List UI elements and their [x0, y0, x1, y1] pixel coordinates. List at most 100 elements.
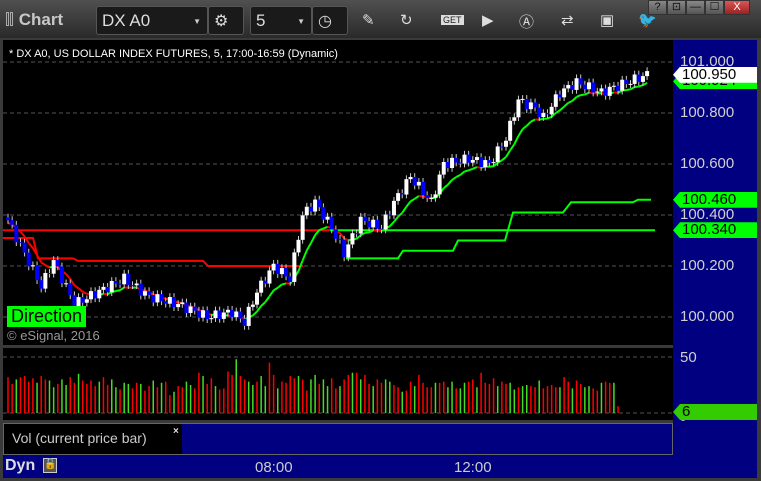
moving-average-segment	[65, 273, 72, 280]
close-study-icon[interactable]: ×	[173, 426, 179, 437]
candle-body	[495, 146, 500, 163]
link-icon[interactable]: ⇄	[561, 11, 574, 29]
get-icon[interactable]: GET	[441, 15, 464, 25]
candle-body	[196, 310, 201, 318]
candle-body	[184, 302, 189, 313]
price-tag-lower: 100.340	[673, 222, 757, 239]
moving-average-segment	[252, 310, 258, 317]
candle-body	[566, 84, 571, 89]
candle-body	[549, 106, 554, 115]
title-bar: Chart DX A0 ▼ ⚙ 5 ▼ ◷ ✎ ↻ GET ▶ Ⓐ ⇄ ▣ 🐦 ? …	[0, 0, 761, 38]
candle-body	[396, 193, 401, 201]
candle-body	[255, 292, 259, 305]
moving-average-segment	[472, 166, 478, 170]
minimize-button[interactable]: —	[686, 0, 705, 15]
candle-body	[59, 266, 64, 284]
comment-icon[interactable]: ▣	[600, 11, 614, 29]
interval-select[interactable]: 5 ▼	[250, 6, 312, 35]
time-axis[interactable]: Dyn 🔓 08:00 12:00	[3, 455, 757, 478]
moving-average-segment	[268, 289, 275, 297]
close-button[interactable]: X	[724, 0, 750, 15]
volume-pane[interactable]	[3, 348, 673, 420]
moving-average-segment	[405, 200, 412, 208]
moving-average-segment	[501, 156, 507, 162]
moving-average-segment	[539, 117, 544, 121]
moving-average-segment	[642, 81, 648, 86]
candle-body	[387, 214, 392, 216]
candle-body	[242, 318, 247, 326]
dynamic-mode[interactable]: Dyn	[5, 457, 35, 475]
candle-body	[64, 283, 69, 285]
moving-average-segment	[260, 301, 266, 307]
candle-body	[142, 291, 147, 296]
moving-average-segment	[468, 167, 474, 172]
clock-icon[interactable]: ◷	[312, 6, 348, 35]
price-tag-last: 100.950	[673, 66, 757, 83]
candle-body	[375, 219, 380, 229]
candle-body	[300, 215, 305, 240]
candle-body	[271, 263, 276, 271]
symbol-select[interactable]: DX A0 ▼	[96, 6, 208, 35]
moving-average-segment	[410, 197, 416, 203]
candle-body	[308, 206, 313, 212]
moving-average-segment	[44, 264, 50, 269]
moving-average-segment	[571, 96, 578, 102]
moving-average-segment	[393, 216, 399, 223]
maximize-button[interactable]: ☐	[705, 0, 724, 15]
price-tick: 100.800	[680, 104, 735, 121]
pencil-icon[interactable]: ✎	[362, 11, 375, 29]
moving-average-segment	[517, 128, 524, 137]
moving-average-segment	[119, 286, 125, 292]
candle-body	[591, 82, 596, 93]
help-button[interactable]: ?	[648, 0, 667, 15]
candle-body	[557, 94, 562, 98]
copyright: © eSignal, 2016	[7, 328, 100, 343]
candle-body	[26, 252, 31, 267]
candle-body	[358, 216, 363, 234]
moving-average-segment	[273, 286, 279, 292]
candle-body	[317, 199, 322, 208]
price-chart[interactable]: * DX A0, US DOLLAR INDEX FUTURES, 5, 17:…	[3, 40, 673, 345]
moving-average-segment	[567, 99, 573, 104]
moving-average-segment	[588, 91, 594, 95]
candle-body	[416, 181, 421, 186]
price-tick: 100.600	[680, 155, 735, 172]
candle-body	[259, 280, 264, 293]
candle-body	[10, 220, 15, 225]
moving-average-segment	[559, 105, 565, 112]
pin-icon[interactable]: ⊡	[667, 0, 686, 15]
candle-body	[97, 289, 102, 299]
moving-average-segment	[580, 93, 585, 97]
candle-body	[483, 160, 488, 168]
candle-body	[43, 272, 48, 289]
candle-body	[537, 107, 542, 118]
candle-body	[217, 310, 222, 319]
candle-body	[611, 85, 616, 87]
candle-body	[350, 233, 355, 245]
moving-average-segment	[389, 221, 395, 228]
candle-body	[391, 200, 396, 216]
volume-study-label[interactable]: Vol (current price bar)	[4, 424, 182, 454]
candle-body	[201, 310, 206, 318]
candle-body	[296, 239, 301, 253]
candle-body	[238, 311, 243, 319]
candle-body	[371, 219, 376, 228]
candle-body	[383, 214, 388, 230]
candle-body	[524, 98, 529, 110]
alert-icon[interactable]: Ⓐ	[519, 11, 534, 32]
moving-average-segment	[530, 118, 536, 123]
candle-body	[595, 91, 600, 93]
moving-average-segment	[509, 143, 516, 151]
refresh-icon[interactable]: ↻	[400, 11, 413, 29]
play-icon[interactable]: ▶	[482, 11, 494, 29]
moving-average-segment	[281, 282, 287, 286]
settings-icon[interactable]: ⚙	[208, 6, 244, 35]
moving-average-segment	[451, 176, 457, 181]
moving-average-segment	[107, 291, 113, 296]
green-step-line	[346, 198, 651, 260]
candle-body	[6, 217, 10, 221]
candle-body	[167, 297, 172, 304]
lock-icon[interactable]: 🔓	[43, 458, 57, 473]
candle-body	[462, 154, 467, 164]
moving-average-segment	[264, 295, 271, 303]
